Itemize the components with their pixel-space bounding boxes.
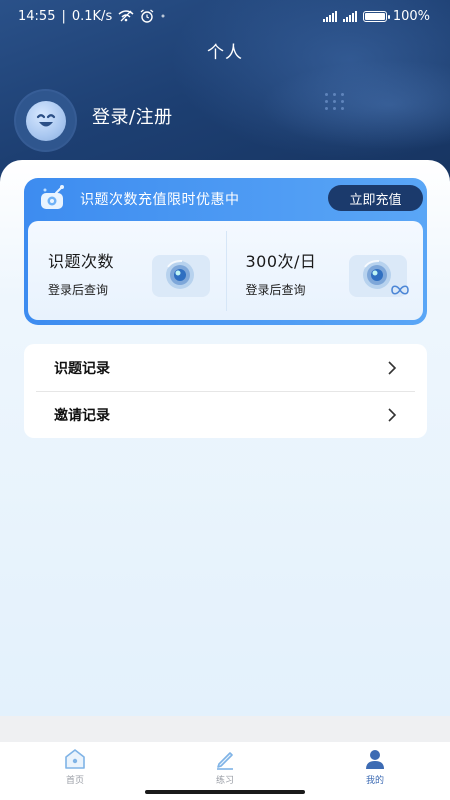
smiley-face-icon bbox=[36, 113, 55, 126]
person-icon bbox=[366, 750, 384, 769]
nav-label: 练习 bbox=[215, 776, 234, 786]
nav-label: 首页 bbox=[65, 776, 84, 786]
camera-lens-icon bbox=[151, 255, 210, 297]
menu-item-recognition-history[interactable]: 识题记录 bbox=[24, 344, 427, 391]
alarm-icon bbox=[140, 9, 154, 23]
pencil-icon bbox=[217, 752, 233, 770]
decorative-dots bbox=[325, 93, 351, 111]
wifi-off-icon bbox=[118, 10, 134, 22]
battery-percent: 100% bbox=[392, 8, 430, 24]
nav-label: 我的 bbox=[365, 776, 384, 786]
quota-subtitle: 登录后查询 bbox=[48, 283, 109, 297]
status-bar: 14:55 | 0.1K/s 100% bbox=[0, 0, 450, 32]
page-title: 个人 bbox=[207, 43, 243, 63]
home-icon bbox=[65, 749, 85, 769]
recharge-now-button[interactable]: 立即充值 bbox=[328, 185, 423, 211]
camera-gift-icon bbox=[41, 185, 64, 209]
menu-item-label: 识题记录 bbox=[54, 360, 110, 377]
status-network-speed: 0.1K/s bbox=[71, 8, 113, 24]
menu-item-label: 邀请记录 bbox=[54, 407, 110, 424]
notification-dot-icon bbox=[161, 14, 165, 18]
nav-mine[interactable]: 我的 bbox=[300, 742, 450, 800]
avatar[interactable] bbox=[16, 91, 75, 150]
recharge-card: 识题次数充值限时优惠中 立即充值 识题次数 登录后查询 300次/日 登录后查询 bbox=[24, 178, 427, 325]
chevron-right-icon bbox=[388, 361, 397, 375]
login-register-link[interactable]: 登录/注册 bbox=[92, 103, 173, 129]
signal-2-icon bbox=[342, 10, 357, 22]
chevron-right-icon bbox=[388, 408, 397, 422]
quota-cell-count[interactable]: 识题次数 登录后查询 bbox=[28, 221, 226, 320]
status-time: 14:55 bbox=[18, 8, 56, 24]
daily-quota-subtitle: 登录后查询 bbox=[245, 283, 306, 297]
infinity-icon bbox=[391, 285, 409, 295]
signal-1-icon bbox=[322, 10, 337, 22]
home-indicator[interactable] bbox=[145, 790, 305, 794]
status-separator: | bbox=[61, 8, 66, 24]
battery-icon bbox=[362, 10, 390, 22]
quota-panel: 识题次数 登录后查询 300次/日 登录后查询 bbox=[28, 221, 423, 320]
quota-title: 识题次数 bbox=[48, 252, 115, 271]
bottom-spacer bbox=[0, 716, 450, 742]
recharge-card-header: 识题次数充值限时优惠中 立即充值 bbox=[24, 178, 427, 218]
quota-cell-daily[interactable]: 300次/日 登录后查询 bbox=[225, 221, 424, 320]
record-menu: 识题记录 邀请记录 bbox=[24, 344, 427, 438]
daily-quota-value: 300次/日 bbox=[245, 252, 317, 271]
nav-home[interactable]: 首页 bbox=[0, 742, 150, 800]
promo-text: 识题次数充值限时优惠中 bbox=[80, 192, 240, 208]
menu-item-invite-history[interactable]: 邀请记录 bbox=[24, 391, 427, 438]
